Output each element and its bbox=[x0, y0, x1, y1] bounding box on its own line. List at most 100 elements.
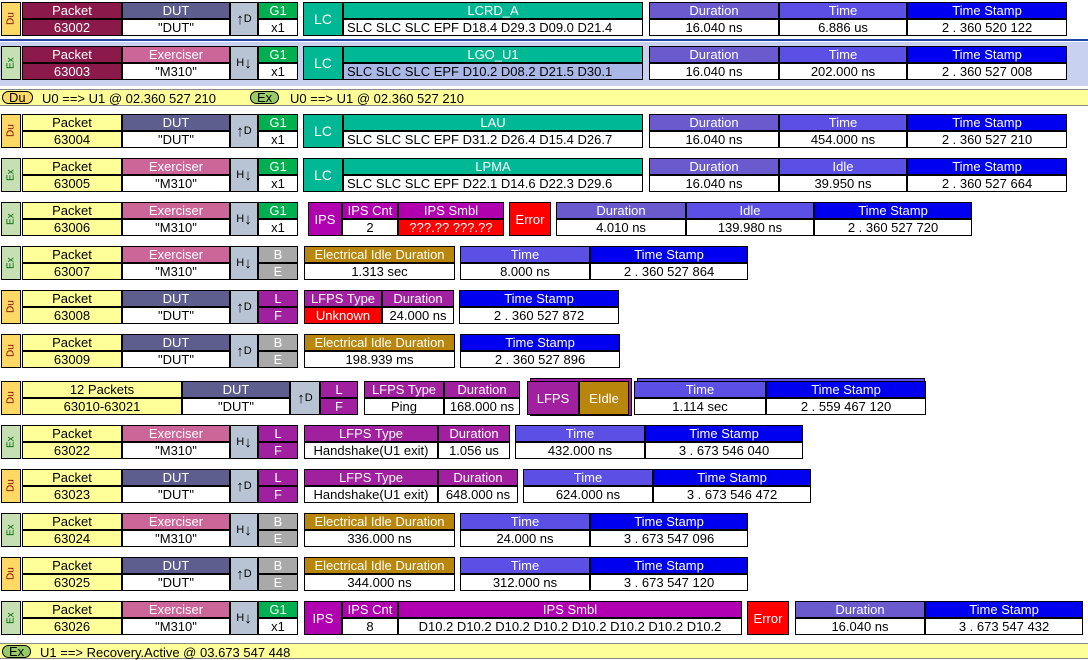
transition-text: U0 ==> U1 @ 02.360 527 210 bbox=[42, 91, 217, 106]
exerciser-header: Exerciser bbox=[122, 425, 230, 442]
exerciser-tag: Ex bbox=[2, 644, 32, 659]
f-label: F bbox=[258, 486, 298, 503]
direction-cell: H ↓ bbox=[230, 513, 258, 547]
device-name: "M310" bbox=[122, 63, 230, 80]
dut-tag: Du bbox=[1, 2, 21, 36]
lc-label: LC bbox=[303, 114, 343, 148]
lfps-type-header: LFPS Type bbox=[304, 469, 438, 486]
packet-number[interactable]: 63024 bbox=[22, 530, 122, 547]
timestamp-header: Time Stamp bbox=[907, 114, 1067, 131]
time-value: 1.114 sec bbox=[634, 398, 766, 415]
packet-number[interactable]: 63022 bbox=[22, 442, 122, 459]
timestamp-header: Time Stamp bbox=[907, 2, 1067, 19]
lc-symbols: SLC SLC SLC EPF D18.4 D29.3 D09.0 D21.4 bbox=[343, 19, 643, 36]
idle-header: Idle bbox=[686, 202, 814, 219]
direction-cell: ↑ D bbox=[230, 2, 258, 36]
up-arrow-icon: ↑ bbox=[236, 10, 244, 28]
packet-number[interactable]: 63005 bbox=[22, 175, 122, 192]
lfps-type-value: Handshake(U1 exit) bbox=[304, 442, 438, 459]
timestamp-header: Time Stamp bbox=[459, 290, 619, 307]
up-arrow-icon: ↑ bbox=[236, 477, 244, 495]
exerciser-header: Exerciser bbox=[122, 202, 230, 219]
packet-number[interactable]: 63009 bbox=[22, 351, 122, 368]
lfps-type-value: Handshake(U1 exit) bbox=[304, 486, 438, 503]
dut-tag: Du bbox=[1, 469, 21, 503]
dut-header: DUT bbox=[122, 557, 230, 574]
direction-cell: ↑ D bbox=[230, 334, 258, 368]
link-width: x1 bbox=[258, 63, 298, 80]
exerciser-header: Exerciser bbox=[122, 46, 230, 63]
timestamp-value: 2 . 360 527 008 bbox=[907, 63, 1067, 80]
up-arrow-icon: ↑ bbox=[236, 565, 244, 583]
direction-cell: ↑ D bbox=[230, 114, 258, 148]
time-header: Time bbox=[779, 114, 907, 131]
timestamp-header: Time Stamp bbox=[766, 381, 926, 398]
direction-cell: H ↓ bbox=[230, 202, 258, 236]
direction-label: D bbox=[243, 300, 252, 313]
eidle-duration-value: 344.000 ns bbox=[304, 574, 455, 591]
ips-cnt-header: IPS Cnt bbox=[342, 202, 398, 219]
direction-label: D bbox=[243, 12, 252, 25]
packet-number[interactable]: 63008 bbox=[22, 307, 122, 324]
lc-label: LC bbox=[303, 46, 343, 80]
packet-range[interactable]: 63010-63021 bbox=[22, 398, 182, 415]
duration-header: Duration bbox=[382, 290, 454, 307]
dut-tag: Du bbox=[1, 290, 21, 324]
exerciser-tag: Ex bbox=[1, 601, 21, 635]
dut-tag: Du bbox=[1, 334, 21, 368]
packet-header: Packet bbox=[22, 513, 122, 530]
error-badge: Error bbox=[509, 202, 551, 236]
packet-number[interactable]: 63004 bbox=[22, 131, 122, 148]
packet-number[interactable]: 63003 bbox=[22, 63, 122, 80]
timestamp-header: Time Stamp bbox=[645, 425, 803, 442]
packet-number[interactable]: 63026 bbox=[22, 618, 122, 635]
b-label: B bbox=[258, 246, 298, 263]
timestamp-value: 2 . 360 527 896 bbox=[460, 351, 620, 368]
selection-divider bbox=[0, 39, 1088, 41]
duration-header: Duration bbox=[444, 381, 520, 398]
timestamp-value: 2 . 360 527 720 bbox=[814, 219, 972, 236]
dut-tag: Du bbox=[1, 381, 21, 415]
packet-number[interactable]: 63025 bbox=[22, 574, 122, 591]
lmp-name: LPMA bbox=[343, 158, 643, 175]
time-value: 454.000 ns bbox=[779, 131, 907, 148]
exerciser-header: Exerciser bbox=[122, 601, 230, 618]
device-name: "DUT" bbox=[122, 131, 230, 148]
direction-label: D bbox=[243, 344, 252, 357]
timestamp-header: Time Stamp bbox=[590, 246, 748, 263]
speed-label: G1 bbox=[258, 158, 298, 175]
link-width: x1 bbox=[258, 131, 298, 148]
direction-cell: H ↓ bbox=[230, 158, 258, 192]
duration-value: 24.000 ns bbox=[382, 307, 454, 324]
packet-number[interactable]: 63023 bbox=[22, 486, 122, 503]
time-header: Time bbox=[515, 425, 645, 442]
ips-label: IPS bbox=[304, 601, 342, 635]
lfps-type-header: LFPS Type bbox=[304, 425, 438, 442]
duration-header: Duration bbox=[795, 601, 925, 618]
packet-number[interactable]: 63007 bbox=[22, 263, 122, 280]
packet-header: Packet bbox=[22, 2, 122, 19]
duration-value: 16.040 ns bbox=[649, 19, 779, 36]
packet-number[interactable]: 63002 bbox=[22, 19, 122, 36]
direction-label: D bbox=[243, 479, 252, 492]
exerciser-tag: Ex bbox=[1, 158, 21, 192]
packet-number[interactable]: 63006 bbox=[22, 219, 122, 236]
device-name: "M310" bbox=[122, 618, 230, 635]
exerciser-header: Exerciser bbox=[122, 158, 230, 175]
packet-header: Packet bbox=[22, 290, 122, 307]
duration-value: 16.040 ns bbox=[795, 618, 925, 635]
transition-text: U1 ==> Recovery.Active @ 03.673 547 448 bbox=[40, 645, 291, 660]
duration-value: 16.040 ns bbox=[649, 175, 779, 192]
direction-cell: H ↓ bbox=[230, 425, 258, 459]
timestamp-value: 2 . 559 467 120 bbox=[766, 398, 926, 415]
e-label: E bbox=[258, 530, 298, 547]
link-state-transition-bar: Ex U1 ==> Recovery.Active @ 03.673 547 4… bbox=[0, 643, 1088, 660]
device-name: "M310" bbox=[122, 219, 230, 236]
device-name: "DUT" bbox=[122, 19, 230, 36]
lc-symbols: SLC SLC SLC EPF D10.2 D08.2 D21.5 D30.1 bbox=[343, 63, 643, 80]
packet-count-header: 12 Packets bbox=[22, 381, 182, 398]
speed-label: G1 bbox=[258, 114, 298, 131]
duration-value: 16.040 ns bbox=[649, 131, 779, 148]
packet-header: Packet bbox=[22, 246, 122, 263]
timestamp-header: Time Stamp bbox=[460, 334, 620, 351]
